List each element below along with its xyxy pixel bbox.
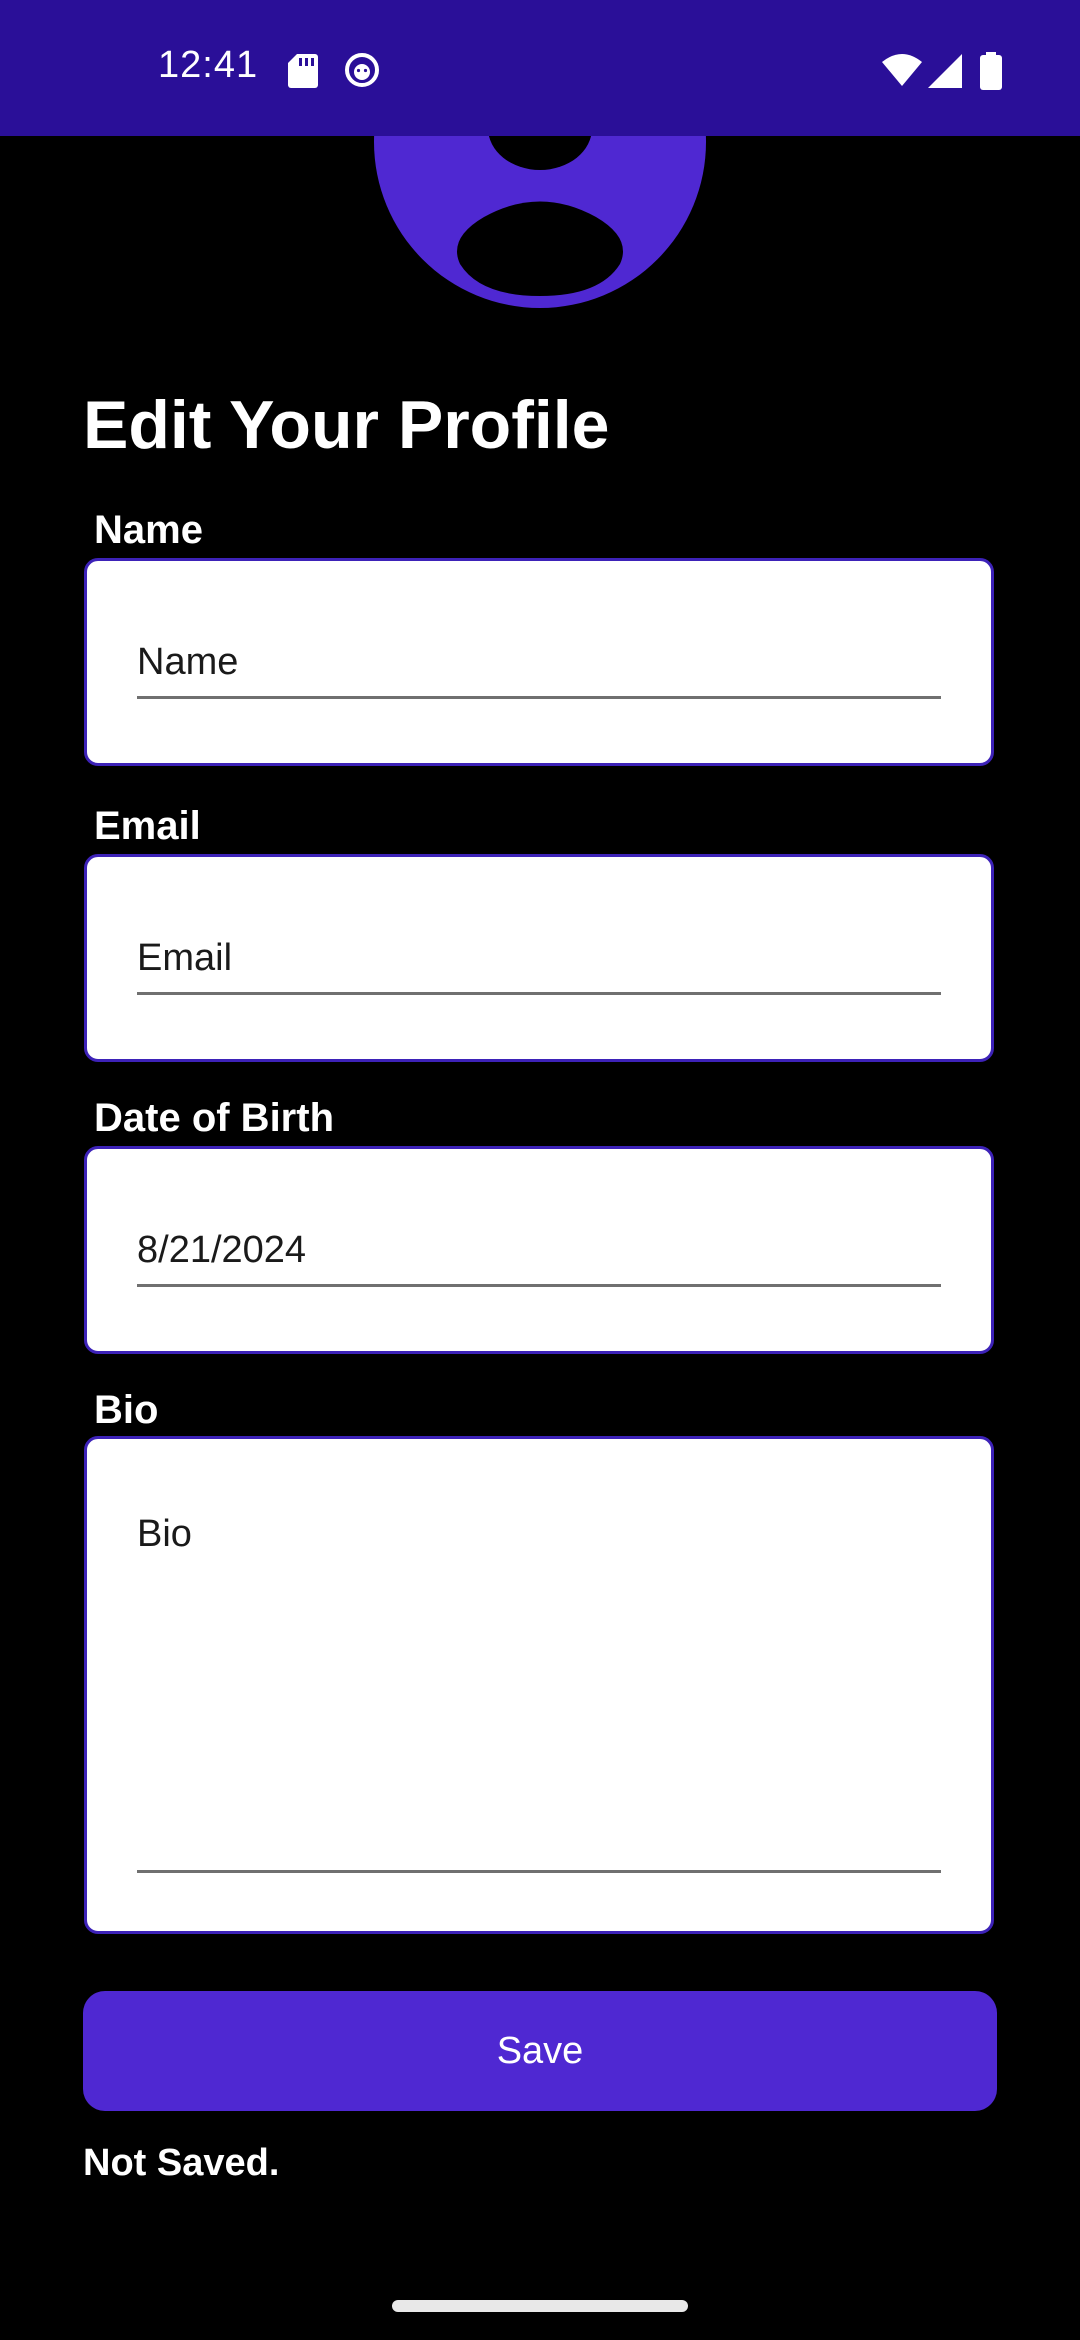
save-button[interactable]: Save bbox=[83, 1991, 997, 2111]
sd-card-icon bbox=[288, 54, 318, 88]
dob-field-container bbox=[84, 1146, 994, 1354]
battery-icon bbox=[980, 52, 1002, 90]
name-label: Name bbox=[94, 508, 203, 552]
save-status-text: Not Saved. bbox=[83, 2142, 280, 2184]
email-input[interactable] bbox=[137, 935, 941, 995]
name-input[interactable] bbox=[137, 639, 941, 699]
person-avatar-icon bbox=[374, 136, 706, 308]
dob-input[interactable] bbox=[137, 1227, 941, 1287]
wifi-icon bbox=[882, 54, 922, 86]
face-icon bbox=[345, 53, 379, 87]
status-time: 12:41 bbox=[158, 44, 259, 86]
status-bar: 12:41 bbox=[0, 0, 1080, 136]
bio-label: Bio bbox=[94, 1388, 159, 1432]
dob-label: Date of Birth bbox=[94, 1096, 334, 1140]
page-title: Edit Your Profile bbox=[83, 387, 610, 463]
email-label: Email bbox=[94, 804, 201, 848]
name-field-container bbox=[84, 558, 994, 766]
cellular-signal-icon bbox=[928, 54, 962, 88]
bio-input[interactable] bbox=[137, 1505, 941, 1873]
home-indicator[interactable] bbox=[392, 2300, 688, 2312]
bio-field-container bbox=[84, 1436, 994, 1934]
email-field-container bbox=[84, 854, 994, 1062]
avatar bbox=[0, 136, 1080, 336]
